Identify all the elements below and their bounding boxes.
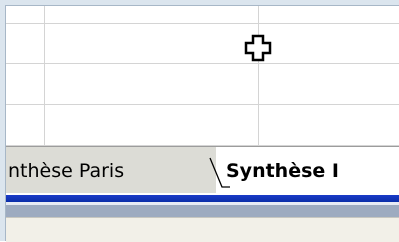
tab-divider: [209, 157, 230, 188]
gridline-horizontal: [6, 104, 399, 105]
sheet-tab-label-active: Synthèse I: [226, 160, 339, 182]
scrollbar-track[interactable]: [6, 205, 399, 217]
status-bar: [6, 193, 399, 242]
gridline-vertical: [258, 6, 259, 146]
plus-cursor-icon: [244, 34, 272, 62]
sheet-tab-label: nthèse Paris: [8, 160, 125, 182]
taskbar-strip: [6, 195, 399, 202]
status-bar-bottom: [6, 217, 399, 242]
gridline-horizontal: [6, 63, 399, 64]
spreadsheet-grid[interactable]: [6, 6, 399, 146]
gridline-horizontal: [6, 23, 399, 24]
sheet-tab-bar: nthèse Paris Synthèse I: [6, 146, 399, 194]
gridline-vertical: [44, 6, 45, 146]
